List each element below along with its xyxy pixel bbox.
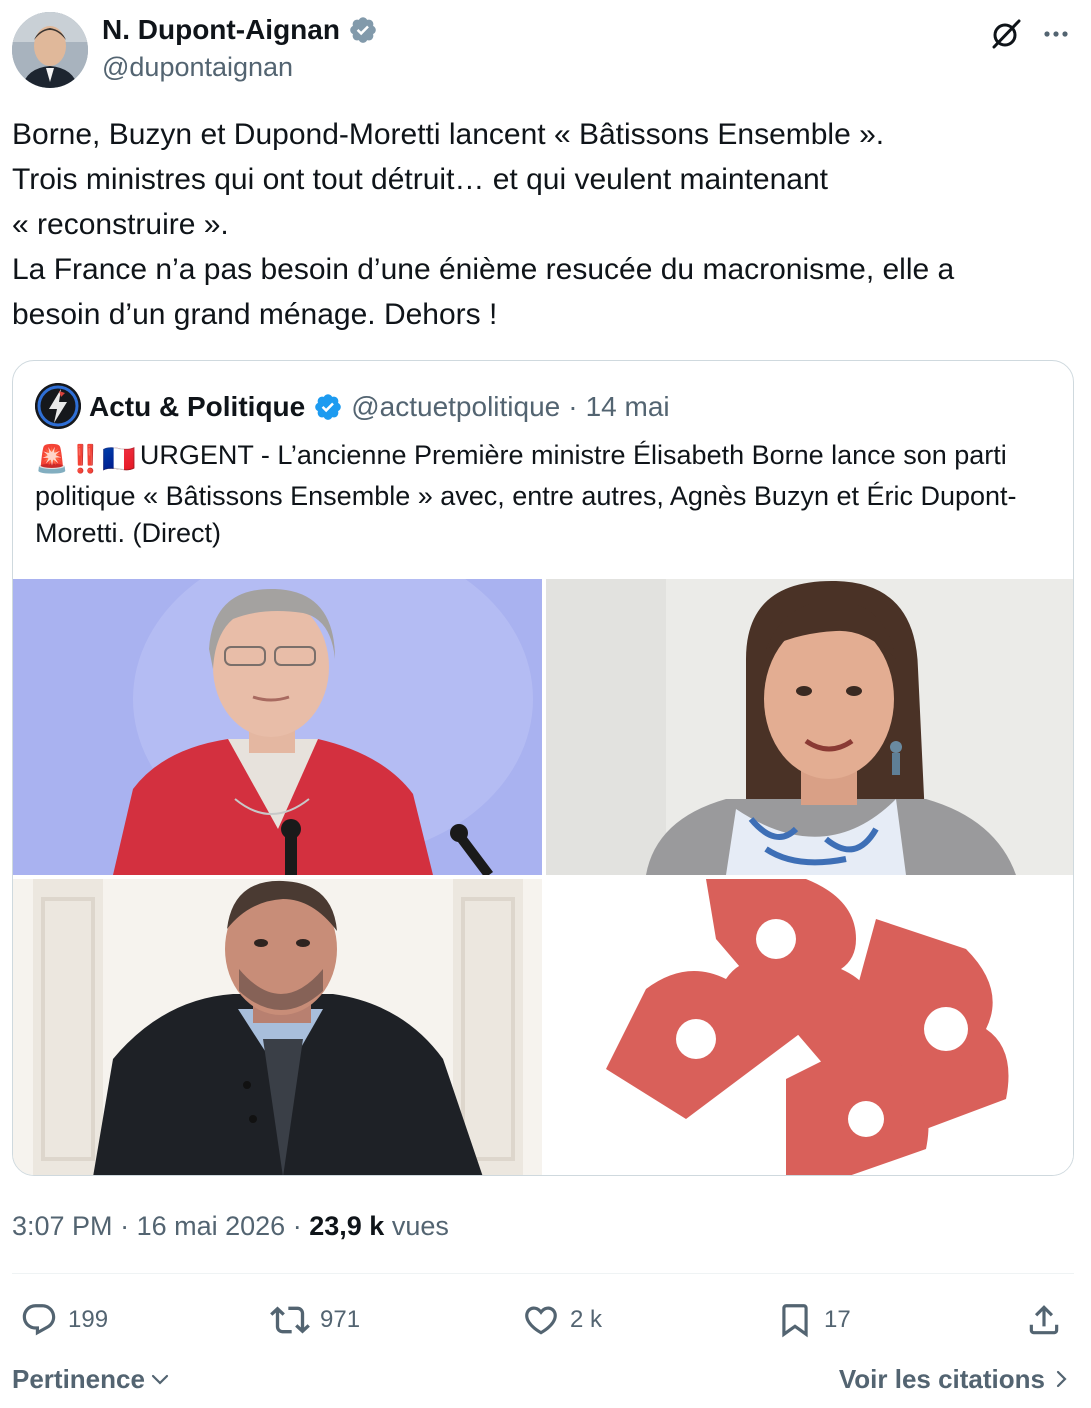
reply-icon: [22, 1304, 56, 1336]
share-icon: [1029, 1305, 1059, 1335]
sort-label: Pertinence: [12, 1364, 145, 1394]
quoted-separator: ·: [568, 391, 578, 422]
retweet-button[interactable]: 971: [270, 1296, 360, 1344]
tweet-date[interactable]: 16 mai 2026: [137, 1211, 286, 1241]
retweet-icon: [270, 1306, 310, 1334]
quoted-name[interactable]: Actu & Politique: [89, 391, 305, 423]
tweet-time[interactable]: 3:07 PM: [12, 1211, 113, 1241]
author-name[interactable]: N. Dupont-Aignan: [102, 12, 340, 48]
quoted-media-grid[interactable]: [13, 579, 1073, 1175]
retweet-count: 971: [320, 1306, 361, 1333]
like-button[interactable]: 2 k: [522, 1296, 602, 1344]
reply-button[interactable]: 199: [20, 1296, 108, 1344]
sort-dropdown[interactable]: Pertinence: [12, 1360, 171, 1398]
lightning-icon: [35, 383, 81, 429]
bookmark-count: 17: [824, 1306, 851, 1333]
bookmark-icon: [782, 1304, 808, 1338]
grok-icon[interactable]: [986, 14, 1026, 54]
views-count: 23,9 k: [309, 1211, 385, 1241]
like-icon: [525, 1306, 557, 1335]
quoted-text: URGENT - L’ancienne Première ministre Él…: [35, 440, 1017, 548]
meta-separator-2: ·: [292, 1211, 302, 1241]
photo-eric-dupond-moretti[interactable]: [13, 879, 542, 1175]
bookmark-button[interactable]: 17: [776, 1296, 851, 1344]
views-label: vues: [391, 1211, 449, 1241]
author-handle[interactable]: @dupontaignan: [102, 50, 293, 84]
quoted-date[interactable]: 14 mai: [586, 391, 670, 423]
batissons-ensemble-logo[interactable]: [546, 879, 1073, 1175]
tweet-meta: 3:07 PM · 16 mai 2026 · 23,9 k vues: [12, 1206, 449, 1246]
author-name-row[interactable]: N. Dupont-Aignan: [102, 12, 378, 48]
quotes-label: Voir les citations: [838, 1364, 1045, 1394]
quoted-text-block: 🚨‼️🇫🇷 URGENT - L’ancienne Première minist…: [35, 437, 1055, 552]
quoted-verified-badge-icon[interactable]: [313, 392, 343, 422]
reply-count: 199: [68, 1306, 109, 1333]
action-bar: 199 971 2 k 17: [0, 1296, 1091, 1344]
verified-badge-icon[interactable]: [348, 15, 378, 45]
divider: [12, 1273, 1074, 1274]
quoted-handle[interactable]: @actuetpolitique: [351, 391, 560, 423]
quoted-avatar[interactable]: [35, 383, 81, 429]
author-avatar[interactable]: [12, 12, 88, 88]
photo-agnes-buzyn[interactable]: [546, 579, 1073, 875]
more-icon[interactable]: [1036, 14, 1076, 54]
chevron-right-icon: [1056, 1370, 1067, 1388]
share-button[interactable]: [1025, 1296, 1063, 1344]
meta-separator: ·: [120, 1211, 130, 1241]
photo-elisabeth-borne[interactable]: [13, 579, 542, 875]
chevron-down-icon: [151, 1374, 169, 1385]
quoted-tweet[interactable]: Actu & Politique @actuetpolitique · 14 m…: [12, 360, 1074, 1176]
like-count: 2 k: [570, 1306, 603, 1333]
view-quotes-link[interactable]: Voir les citations: [839, 1360, 1071, 1398]
urgent-emojis: 🚨‼️🇫🇷: [35, 444, 136, 474]
quoted-header: Actu & Politique @actuetpolitique · 14 m…: [89, 387, 670, 427]
tweet-text: Borne, Buzyn et Dupond-Moretti lancent «…: [12, 118, 955, 331]
